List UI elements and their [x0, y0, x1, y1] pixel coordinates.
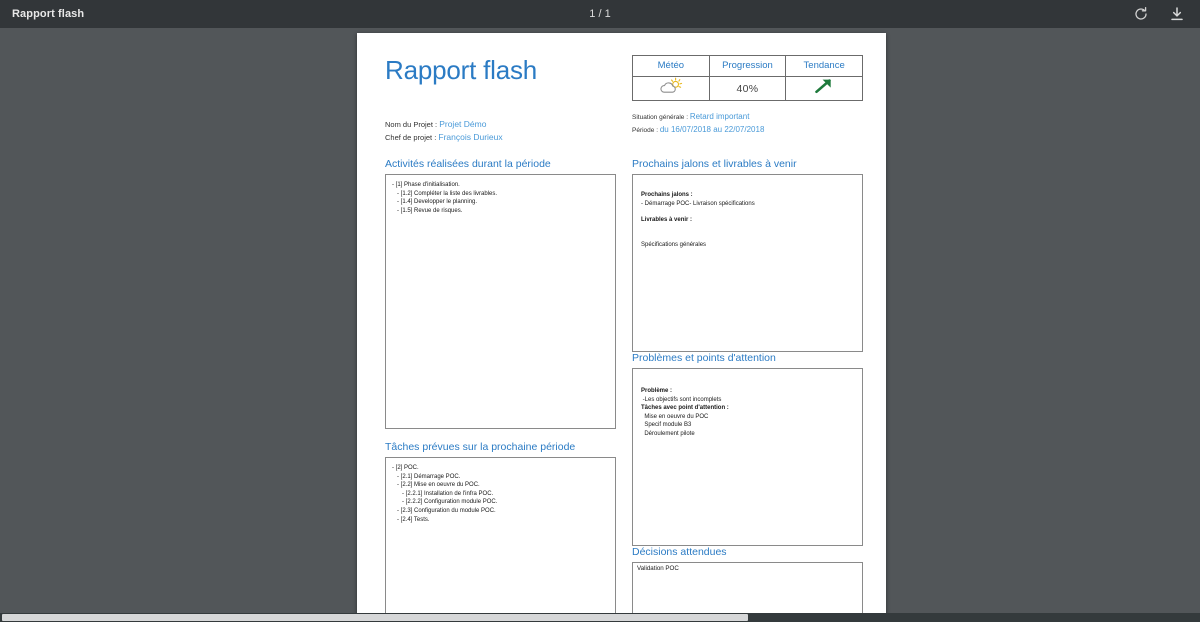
page-indicator: 1 / 1	[589, 8, 611, 20]
content-line: - Démarrage POC- Livraison spécification…	[641, 200, 755, 207]
situation-row-period: Période : du 16/07/2018 au 22/07/2018	[632, 124, 764, 137]
arrow-up-right-icon	[813, 79, 835, 99]
toolbar-actions	[1132, 5, 1186, 23]
document-title-label: Rapport flash	[12, 8, 85, 20]
content-line: - [2.2] Mise en oeuvre du POC.	[392, 482, 480, 489]
content-line: - [2.1] Démarrage POC.	[392, 473, 461, 480]
meta-value-project: Projet Démo	[439, 119, 487, 129]
content-line: Problème :	[641, 388, 673, 394]
status-cell-progression: 40%	[708, 76, 787, 101]
status-header-progression: Progression	[708, 55, 787, 77]
status-table: Météo Progression Tendance 40%	[632, 55, 863, 101]
content-line	[641, 225, 856, 233]
section-jalons: Prochains jalons et livrables à venir Pr…	[632, 158, 863, 352]
section-title-problemes: Problèmes et points d'attention	[632, 352, 776, 364]
content-line: Mise en oeuvre du POC	[641, 413, 709, 420]
content-line: Prochains jalons :	[641, 192, 693, 198]
section-title-decisions: Décisions attendues	[632, 546, 727, 558]
rotate-cw-icon[interactable]	[1132, 5, 1150, 23]
sun-behind-cloud-icon	[658, 77, 684, 99]
download-icon[interactable]	[1168, 5, 1186, 23]
status-header-tendance: Tendance	[785, 55, 863, 77]
pdf-viewer: Rapport flash 1 / 1 Rapport flash Nom du…	[0, 0, 1200, 622]
meta-value-manager: François Durieux	[438, 132, 503, 142]
section-title-jalons: Prochains jalons et livrables à venir	[632, 158, 797, 170]
section-problemes: Problèmes et points d'attention Problème…	[632, 352, 863, 546]
horizontal-scrollbar[interactable]	[0, 613, 1200, 622]
content-line	[641, 208, 856, 216]
meta-label-project: Nom du Projet :	[385, 120, 438, 129]
section-activites: Activités réalisées durant la période - …	[385, 158, 616, 429]
page-title: Rapport flash	[385, 55, 538, 85]
content-line: Livrables à venir :	[641, 217, 693, 224]
section-decisions: Décisions attendues Validation POC	[632, 546, 863, 622]
content-line: - [2.3] Configuration du module POC.	[392, 507, 496, 514]
situation-value-general: Retard important	[689, 112, 750, 121]
project-meta: Nom du Projet : Projet Démo Chef de proj…	[385, 118, 503, 144]
section-taches: Tâches prévues sur la prochaine période …	[385, 441, 616, 622]
situation-row-general: Situation générale : Retard important	[632, 111, 764, 124]
situation-label-general: Situation générale :	[632, 114, 689, 121]
content-line: - [1.5] Revue de risques.	[392, 207, 463, 214]
status-header-meteo: Météo	[632, 55, 710, 77]
section-box-activites: - [1] Phase d'initialisation. - [1.2] Co…	[385, 174, 616, 429]
status-table-header-row: Météo Progression Tendance	[632, 55, 863, 77]
section-box-jalons: Prochains jalons : - Démarrage POC- Livra…	[632, 174, 863, 352]
situation-label-period: Période :	[632, 126, 659, 134]
content-line: - [1] Phase d'initialisation.	[392, 182, 460, 188]
content-line: - [2.2.1] Installation de l'infra POC.	[392, 490, 494, 497]
status-cell-meteo	[632, 76, 710, 101]
content-line: - [1.4] Developper le planning.	[392, 199, 478, 206]
section-title-taches: Tâches prévues sur la prochaine période	[385, 441, 576, 453]
content-line	[641, 233, 856, 241]
content-line: Spécifications générales	[641, 241, 707, 248]
content-line: - [2] POC.	[392, 465, 419, 471]
content-line: Validation POC	[637, 565, 679, 572]
content-line: Specif module B3	[641, 422, 692, 429]
meta-row-project: Nom du Projet : Projet Démo	[385, 118, 503, 131]
meta-row-manager: Chef de projet : François Durieux	[385, 131, 503, 144]
situation-value-period: du 16/07/2018 au 22/07/2018	[659, 124, 765, 134]
content-line: - [1.2] Compléter la liste des livrables…	[392, 190, 498, 197]
meta-label-manager: Chef de projet :	[385, 133, 437, 142]
status-table-value-row: 40%	[632, 76, 863, 101]
horizontal-scrollbar-thumb[interactable]	[2, 614, 748, 621]
content-line: Déroulement pilote	[641, 430, 695, 437]
situation-block: Situation générale : Retard important Pé…	[632, 111, 764, 136]
content-line: Tâches avec point d'attention :	[641, 405, 729, 412]
status-cell-tendance	[785, 76, 863, 101]
content-line: -Les objectifs sont incomplets	[641, 396, 722, 403]
pdf-page: Rapport flash Nom du Projet : Projet Dém…	[357, 33, 886, 622]
document-scroll-area[interactable]: Rapport flash Nom du Projet : Projet Dém…	[0, 28, 1200, 622]
section-box-problemes: Problème : -Les objectifs sont incomplet…	[632, 368, 863, 546]
viewer-toolbar: Rapport flash 1 / 1	[0, 0, 1200, 28]
section-box-taches: - [2] POC. - [2.1] Démarrage POC. - [2.2…	[385, 457, 616, 622]
content-line: - [2.4] Tests.	[392, 516, 430, 523]
section-title-activites: Activités réalisées durant la période	[385, 158, 551, 170]
content-line: - [2.2.2] Configuration module POC.	[392, 499, 498, 506]
